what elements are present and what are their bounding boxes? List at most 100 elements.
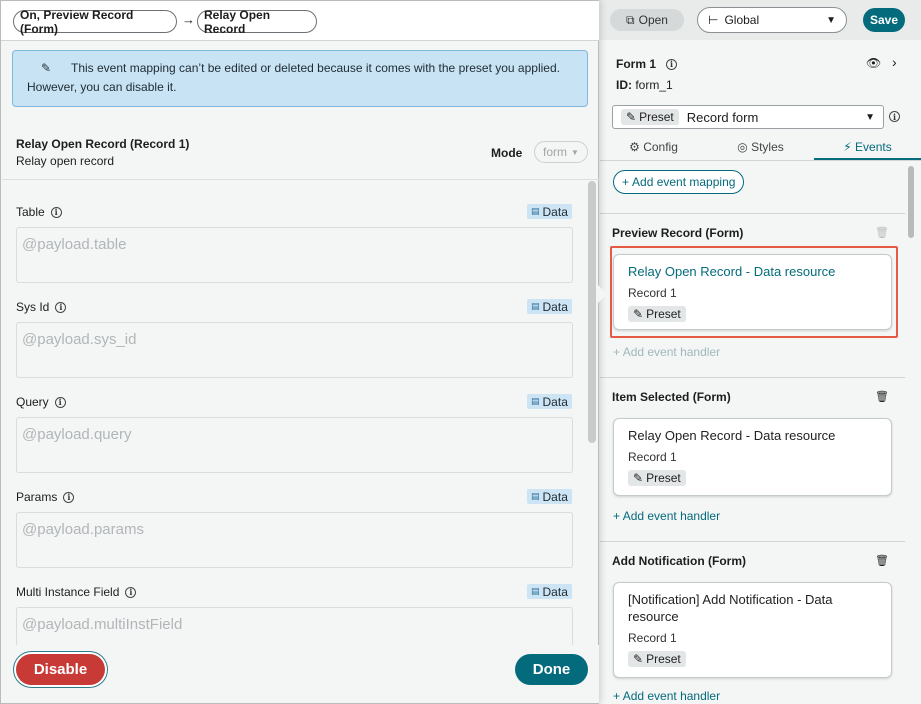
handler-title[interactable]: [Notification] Add Notification - Data r…	[628, 591, 877, 625]
bolt-icon: ⚡	[843, 140, 852, 154]
plus-icon: +	[613, 509, 621, 523]
handler-title[interactable]: Relay Open Record - Data resource	[628, 427, 877, 444]
query-field: @payload.query	[16, 417, 573, 473]
gear-icon: ⚙	[629, 140, 640, 154]
breadcrumb-action[interactable]: Relay Open Record	[197, 8, 317, 36]
data-tag: ▤ Data	[527, 204, 572, 219]
trash-icon: 🗑	[875, 227, 889, 239]
event-handler-card[interactable]: Relay Open Record - Data resource Record…	[613, 418, 892, 496]
table-field: @payload.table	[16, 227, 573, 283]
info-icon[interactable]: i	[125, 586, 137, 598]
mode-label: Mode	[491, 146, 523, 160]
config-panel: Form 1 i ID: form_1 👁 › ✎ Preset Record …	[600, 40, 921, 704]
field-label-text: Params	[16, 490, 58, 504]
preset-select[interactable]: ✎ Preset Record form ▼	[612, 105, 884, 129]
add-event-handler-button[interactable]: + Add event handler	[613, 689, 720, 703]
field-label-text: Sys Id	[16, 300, 50, 314]
trash-icon[interactable]: 🗑	[875, 554, 889, 567]
tab-events[interactable]: ⚡ Events	[814, 137, 921, 160]
disable-button[interactable]: Disable	[16, 654, 105, 685]
event-section-item-selected: Item Selected (Form) 🗑 Relay Open Record…	[600, 377, 905, 541]
tab-config-label: Config	[643, 140, 678, 154]
scope-tree-icon: ⊢	[708, 13, 719, 27]
events-scrollbar[interactable]	[908, 166, 914, 238]
mode-select-value: form	[543, 145, 568, 159]
open-button-label: Open	[638, 13, 668, 27]
info-icon[interactable]: i	[54, 396, 66, 408]
multi-instance-field: @payload.multiInstField	[16, 607, 573, 647]
component-id-value: form_1	[635, 78, 673, 92]
save-button[interactable]: Save	[863, 8, 905, 32]
handler-title[interactable]: Relay Open Record - Data resource	[628, 263, 877, 280]
event-section-title: Add Notification (Form)	[612, 554, 746, 568]
action-title: Relay Open Record (Record 1)	[16, 137, 190, 151]
handler-subtitle: Record 1	[628, 450, 677, 464]
info-icon[interactable]: i	[55, 301, 67, 313]
field-label-multi-instance: Multi Instance Field i	[16, 585, 137, 599]
modal-header: On, Preview Record (Form) → Relay Open R…	[1, 1, 599, 41]
field-label-text: Multi Instance Field	[16, 585, 120, 599]
tab-styles-label: Styles	[751, 140, 784, 154]
event-handler-card[interactable]: [Notification] Add Notification - Data r…	[613, 582, 892, 678]
notice-text: This event mapping can’t be edited or de…	[27, 61, 560, 94]
external-link-icon: ⧉	[626, 12, 635, 27]
event-handler-card[interactable]: Relay Open Record - Data resource Record…	[613, 254, 892, 330]
add-event-handler-label: Add event handler	[622, 509, 721, 523]
handler-subtitle: Record 1	[628, 631, 677, 645]
add-event-mapping-label: Add event mapping	[632, 175, 736, 189]
done-button[interactable]: Done	[515, 654, 588, 685]
chevron-right-icon[interactable]: ›	[892, 54, 897, 70]
modal-scrollbar[interactable]	[588, 181, 596, 443]
wand-icon: ✎	[633, 307, 644, 321]
database-icon: ▤	[531, 206, 540, 216]
data-tag: ▤ Data	[527, 489, 572, 504]
component-title: Form 1 i	[616, 57, 678, 71]
params-field: @payload.params	[16, 512, 573, 568]
handler-subtitle: Record 1	[628, 286, 677, 300]
preset-info-icon[interactable]: i	[889, 111, 900, 122]
event-section-title: Preview Record (Form)	[612, 226, 744, 240]
preset-tag-label: Preset	[646, 471, 681, 485]
wand-icon: ✎	[633, 471, 644, 485]
wand-icon: ✎	[626, 110, 637, 124]
field-label-text: Query	[16, 395, 49, 409]
data-tag: ▤ Data	[527, 394, 572, 409]
data-tag-label: Data	[542, 489, 568, 504]
field-label-params: Params i	[16, 490, 75, 504]
preset-notice: ✎ This event mapping can’t be edited or d…	[12, 50, 588, 107]
tab-events-label: Events	[855, 140, 892, 154]
preset-tag-label: Preset	[646, 652, 681, 666]
wand-icon: ✎	[633, 652, 644, 666]
panel-tabs: ⚙ Config ◎ Styles ⚡ Events	[600, 137, 921, 161]
component-name: Form 1	[616, 57, 657, 71]
add-event-handler-button[interactable]: + Add event handler	[613, 509, 720, 523]
plus-icon: +	[622, 175, 630, 189]
scope-select-value: Global	[724, 13, 760, 27]
data-tag-label: Data	[542, 394, 568, 409]
breadcrumb-event[interactable]: On, Preview Record (Form)	[13, 8, 177, 36]
component-id-label: ID:	[616, 78, 632, 92]
data-tag-label: Data	[542, 299, 568, 314]
info-icon[interactable]: i	[666, 58, 678, 70]
caret-down-icon: ▼	[571, 147, 579, 157]
preset-tag: ✎ Preset	[628, 306, 686, 322]
tab-styles[interactable]: ◎ Styles	[707, 137, 814, 160]
event-mapping-modal: On, Preview Record (Form) → Relay Open R…	[0, 0, 600, 704]
caret-down-icon: ▼	[865, 111, 875, 123]
scope-select[interactable]: ⊢ Global ▼	[697, 7, 847, 33]
add-event-handler-label: Add event handler	[622, 689, 721, 703]
database-icon: ▤	[531, 301, 540, 311]
info-icon[interactable]: i	[50, 206, 62, 218]
field-label-query: Query i	[16, 395, 66, 409]
add-event-handler-label: Add event handler	[622, 345, 721, 359]
trash-icon[interactable]: 🗑	[875, 390, 889, 403]
wand-icon: ✎	[41, 61, 52, 75]
add-event-mapping-button[interactable]: + Add event mapping	[613, 170, 745, 194]
eye-icon[interactable]: 👁	[866, 56, 881, 70]
open-button[interactable]: ⧉ Open	[610, 9, 684, 31]
tab-config[interactable]: ⚙ Config	[600, 137, 707, 160]
caret-down-icon: ▼	[826, 14, 836, 26]
preset-tag: ✎ Preset	[621, 109, 679, 125]
preset-select-value: Record form	[686, 109, 759, 125]
info-icon[interactable]: i	[63, 491, 75, 503]
